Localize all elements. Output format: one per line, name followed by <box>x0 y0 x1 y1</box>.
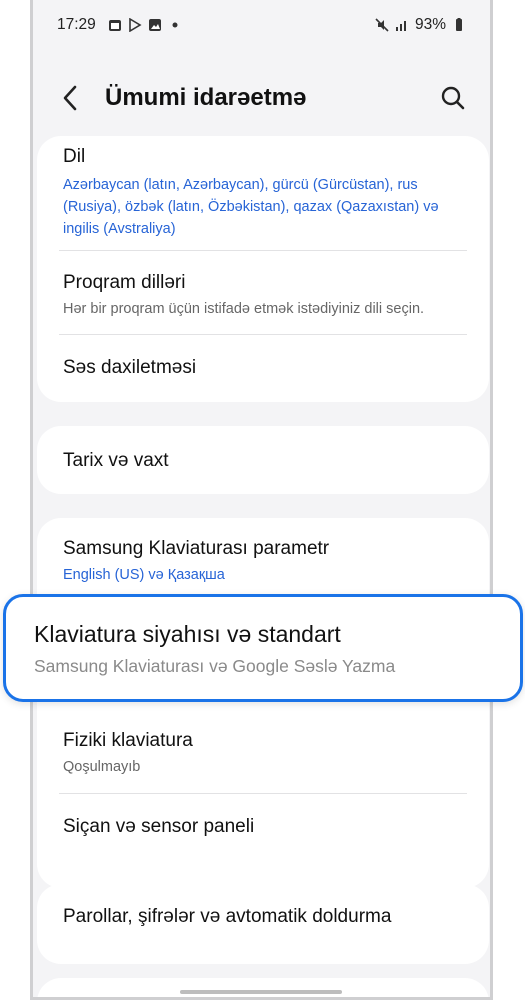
search-icon <box>441 86 465 110</box>
passwords-card: Parollar, şifrələr və avtomatik doldurma <box>37 884 489 964</box>
app-header: Ümumi idarəetmə <box>33 70 490 126</box>
item-label: Parollar, şifrələr və avtomatik doldurma <box>63 906 392 927</box>
gallery-icon <box>148 19 161 31</box>
keyboard-card: Samsung Klaviaturası parametr English (U… <box>37 518 489 888</box>
item-label: Klaviatura siyahısı və standart <box>34 621 341 647</box>
item-label: Samsung Klaviaturası parametr <box>63 538 330 559</box>
search-button[interactable] <box>438 83 468 113</box>
chevron-left-icon <box>63 85 77 111</box>
home-indicator <box>180 990 342 994</box>
item-sub: English (US) və Қазақша <box>63 567 225 583</box>
battery-percent: 93% <box>414 16 446 33</box>
list-item-app-languages[interactable]: Proqram dilləri Hər bir proqram üçün ist… <box>37 272 489 320</box>
item-sub: Samsung Klaviaturası və Google Səslə Yaz… <box>34 656 396 676</box>
list-item-mouse-trackpad[interactable]: Siçan və sensor paneli <box>37 816 489 838</box>
item-sub: Hər bir proqram üçün istifadə etmək istə… <box>63 301 425 317</box>
phone-screen: 17:29 93% Ümumi idarəetmə Dil Azərbaycan… <box>30 0 493 1000</box>
item-label: Tarix və vaxt <box>63 450 169 471</box>
divider <box>59 793 467 794</box>
back-button[interactable] <box>55 83 85 113</box>
divider <box>59 334 467 335</box>
date-time-card: Tarix və vaxt <box>37 426 489 494</box>
item-label: Siçan və sensor paneli <box>63 816 255 837</box>
divider <box>59 250 467 251</box>
notification-dot-icon <box>172 22 178 28</box>
item-sub: Azərbaycan (latın, Azərbaycan), gürcü (G… <box>63 177 439 237</box>
list-item-language[interactable]: Dil Azərbaycan (latın, Azərbaycan), gürc… <box>37 136 489 240</box>
language-card: Dil Azərbaycan (latın, Azərbaycan), gürc… <box>37 136 489 402</box>
item-sub: Qoşulmayıb <box>63 759 141 775</box>
item-label: Fiziki klaviatura <box>63 730 193 751</box>
item-label: Dil <box>63 146 86 167</box>
battery-icon <box>456 18 462 31</box>
list-item-voice-input[interactable]: Səs daxiletməsi <box>37 357 489 379</box>
next-card <box>37 978 489 997</box>
list-item-passwords-autofill[interactable]: Parollar, şifrələr və avtomatik doldurma <box>37 906 489 928</box>
status-time: 17:29 <box>57 16 96 33</box>
mute-icon <box>375 18 389 32</box>
item-label: Proqram dilləri <box>63 272 186 293</box>
calendar-icon <box>108 20 121 31</box>
list-item-physical-keyboard[interactable]: Fiziki klaviatura Qoşulmayıb <box>37 730 489 778</box>
list-item-date-time[interactable]: Tarix və vaxt <box>37 450 489 472</box>
list-item-keyboard-list-default[interactable]: Klaviatura siyahısı və standart Samsung … <box>3 594 523 702</box>
play-store-icon <box>128 18 142 32</box>
item-label: Səs daxiletməsi <box>63 357 197 378</box>
list-item-samsung-keyboard[interactable]: Samsung Klaviaturası parametr English (U… <box>37 538 489 586</box>
signal-icon <box>395 21 406 31</box>
status-bar: 17:29 93% <box>33 12 490 38</box>
page-title: Ümumi idarəetmə <box>105 84 307 111</box>
